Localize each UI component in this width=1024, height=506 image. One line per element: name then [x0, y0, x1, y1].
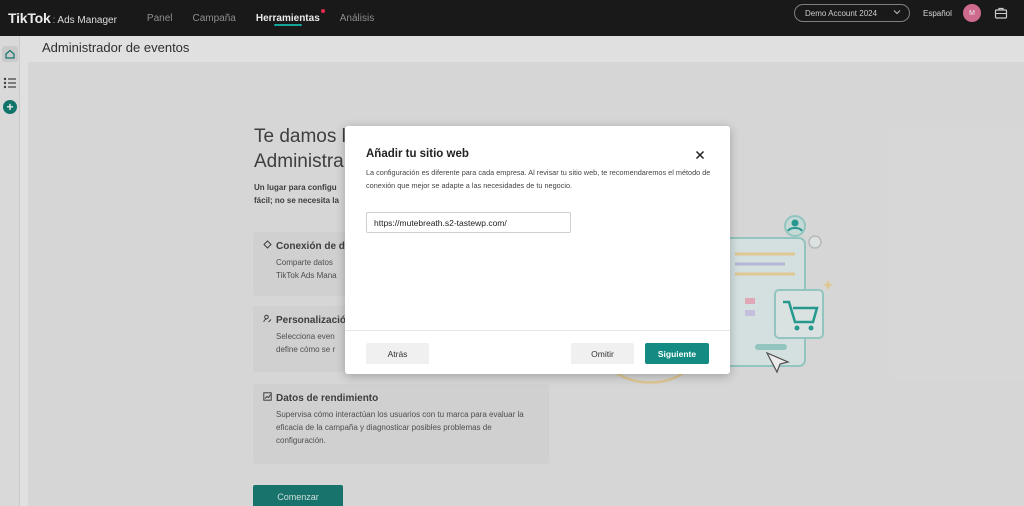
skip-button[interactable]: Omitir: [571, 343, 634, 364]
dialog-title: Añadir tu sitio web: [366, 148, 469, 160]
add-website-dialog: Añadir tu sitio web La configuración es …: [345, 126, 730, 374]
next-button[interactable]: Siguiente: [645, 343, 709, 364]
dialog-description: La configuración es diferente para cada …: [366, 168, 711, 190]
website-url-input[interactable]: [366, 212, 571, 233]
back-button[interactable]: Atrás: [366, 343, 429, 364]
dialog-footer-divider: [345, 330, 730, 331]
close-icon[interactable]: [693, 148, 707, 162]
